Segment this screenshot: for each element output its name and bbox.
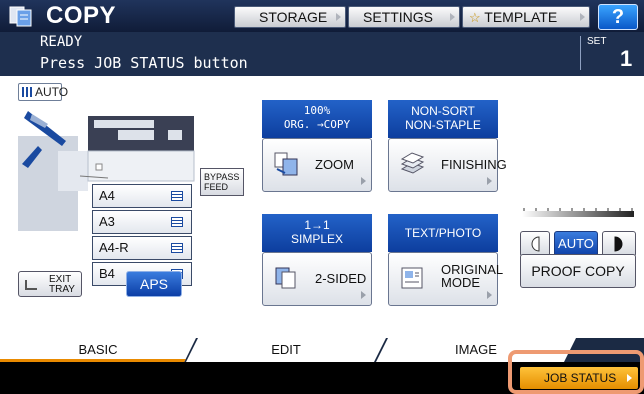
storage-label: STORAGE bbox=[259, 9, 328, 25]
darker-icon bbox=[614, 236, 623, 252]
finishing-label: FINISHING bbox=[441, 157, 507, 172]
finishing-icon bbox=[400, 152, 425, 174]
tab-basic[interactable]: BASIC bbox=[0, 338, 196, 362]
duplex-icon bbox=[275, 267, 296, 289]
paper-stack-icon bbox=[171, 243, 183, 253]
template-button[interactable]: ☆ TEMPLATE bbox=[462, 6, 590, 28]
paper-stack-icon bbox=[171, 217, 183, 227]
paper-stack-icon bbox=[171, 191, 183, 201]
finishing-button[interactable]: FINISHING bbox=[388, 138, 507, 192]
star-icon: ☆ bbox=[469, 10, 481, 25]
feed-label: FEED bbox=[204, 182, 229, 192]
auto-label: AUTO bbox=[35, 85, 69, 99]
paper-tray-a4-r[interactable]: A4-R bbox=[92, 236, 192, 260]
job-status-label: JOB STATUS bbox=[544, 371, 617, 385]
bypass-label: BYPASS bbox=[204, 172, 240, 182]
density-gradient-bar bbox=[522, 211, 634, 217]
exit-tray-icon bbox=[25, 280, 37, 290]
tray-label: A4 bbox=[99, 188, 115, 203]
job-status-button[interactable]: JOB STATUS bbox=[520, 367, 638, 389]
set-label: SET bbox=[587, 36, 607, 47]
paper-tray-a4[interactable]: A4 bbox=[92, 184, 192, 208]
zoom-status: 100% ORG. →COPY bbox=[262, 100, 372, 138]
auto-paper-indicator: AUTO bbox=[18, 83, 68, 101]
copy-count: 1 bbox=[620, 46, 633, 71]
copy-app-icon bbox=[9, 6, 32, 27]
status-panel: READY Press JOB STATUS button SET 1 bbox=[0, 32, 644, 76]
original-mode-icon bbox=[401, 267, 423, 289]
duplex-status: 1→1 SIMPLEX bbox=[262, 214, 372, 252]
exit-tray-button[interactable]: EXIT TRAY bbox=[18, 271, 82, 297]
arrow-right-icon bbox=[450, 13, 455, 21]
proof-copy-button[interactable]: PROOF COPY bbox=[520, 254, 636, 288]
zoom-button[interactable]: ZOOM bbox=[262, 138, 372, 192]
tray-label: A4-R bbox=[99, 240, 129, 255]
zoom-icon bbox=[274, 152, 298, 176]
paper-tray-a3[interactable]: A3 bbox=[92, 210, 192, 234]
tray-label: TRAY bbox=[49, 284, 75, 295]
copy-screen: COPY STORAGE SETTINGS ☆ TEMPLATE ? READY… bbox=[0, 0, 644, 394]
arrow-right-icon bbox=[361, 177, 366, 185]
zoom-ratio: 100% bbox=[303, 104, 331, 117]
2-sided-label: 2-SIDED bbox=[315, 271, 367, 286]
2-sided-button[interactable]: 2-SIDED bbox=[262, 252, 372, 306]
divider bbox=[580, 36, 581, 70]
arrow-right-icon bbox=[487, 177, 492, 185]
tray-label: B4 bbox=[99, 266, 115, 281]
help-button[interactable]: ? bbox=[598, 4, 638, 30]
basic-panel: AUTO A4 A3 A4-R B4 BYPASS FEED EXIT TRAY… bbox=[0, 76, 644, 362]
zoom-label: ZOOM bbox=[315, 157, 354, 172]
duplex-ratio: 1→1 bbox=[304, 218, 330, 232]
arrow-right-icon bbox=[580, 13, 585, 21]
staple-mode: NON-STAPLE bbox=[405, 118, 481, 132]
tab-edit[interactable]: EDIT bbox=[186, 338, 386, 362]
tray-label: A3 bbox=[99, 214, 115, 229]
zoom-mode: ORG. →COPY bbox=[283, 118, 351, 131]
aps-button[interactable]: APS bbox=[126, 271, 182, 297]
top-bar: COPY STORAGE SETTINGS ☆ TEMPLATE ? bbox=[0, 0, 644, 32]
original-mode-label: ORIGINAL MODE bbox=[441, 263, 503, 289]
original-mode-status: TEXT/PHOTO bbox=[388, 214, 498, 252]
duplex-mode: SIMPLEX bbox=[290, 232, 344, 246]
settings-label: SETTINGS bbox=[363, 9, 434, 25]
finishing-status: NON-SORT NON-STAPLE bbox=[388, 100, 498, 138]
app-title: COPY bbox=[46, 2, 117, 29]
arrow-right-icon bbox=[361, 291, 366, 299]
settings-button[interactable]: SETTINGS bbox=[348, 6, 460, 28]
arrow-right-icon bbox=[487, 291, 492, 299]
arrow-right-icon bbox=[336, 13, 341, 21]
template-label: TEMPLATE bbox=[484, 9, 558, 25]
sort-mode: NON-SORT bbox=[411, 104, 475, 118]
paper-icon bbox=[22, 87, 33, 97]
bypass-feed-button[interactable]: BYPASS FEED bbox=[200, 168, 244, 196]
status-message: READY bbox=[40, 34, 83, 50]
lighter-icon bbox=[531, 236, 540, 252]
storage-button[interactable]: STORAGE bbox=[234, 6, 346, 28]
mode-label: MODE bbox=[441, 275, 480, 290]
arrow-right-icon bbox=[627, 374, 632, 382]
original-mode-button[interactable]: ORIGINAL MODE bbox=[388, 252, 503, 306]
status-instruction: Press JOB STATUS button bbox=[40, 54, 248, 72]
